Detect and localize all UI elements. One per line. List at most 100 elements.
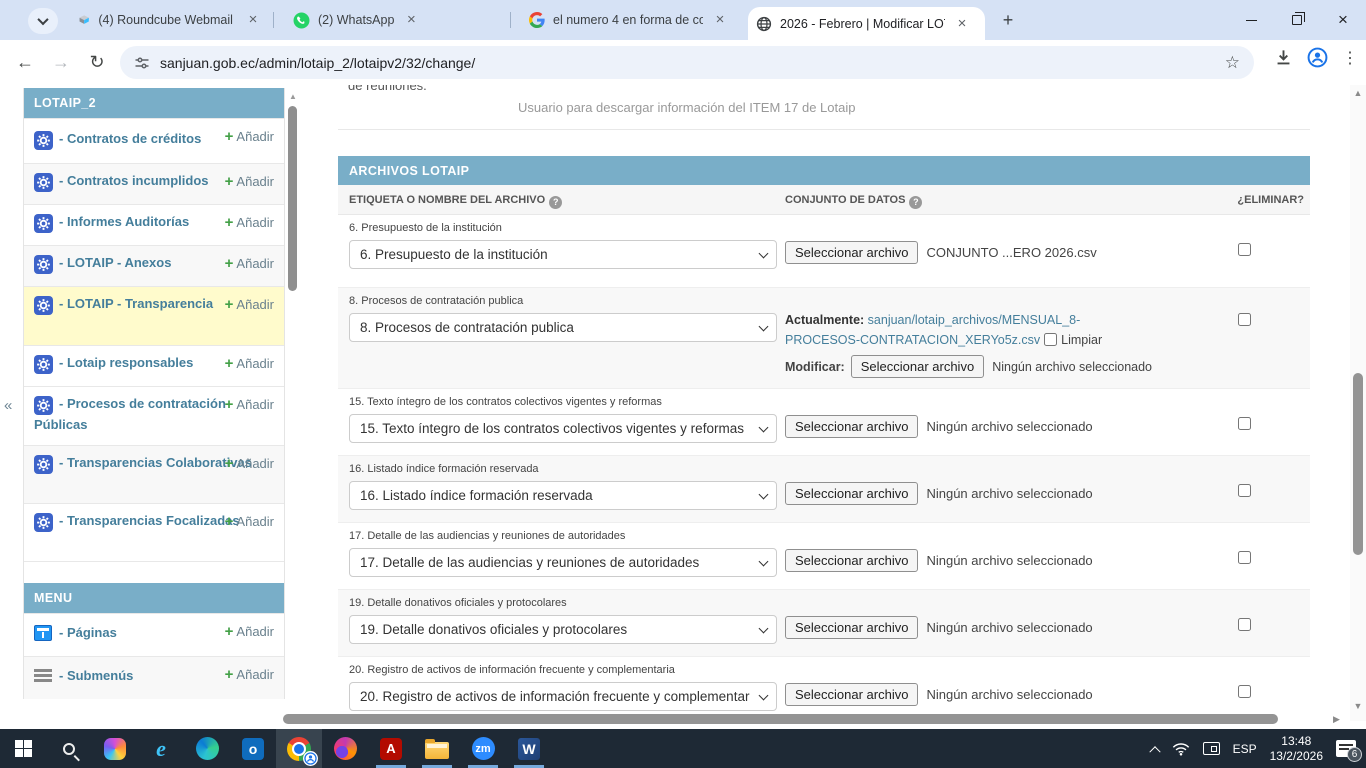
windows-icon bbox=[15, 740, 32, 757]
language-indicator[interactable]: ESP bbox=[1233, 742, 1257, 756]
url-text[interactable]: sanjuan.gob.ec/admin/lotaip_2/lotaipv2/3… bbox=[160, 55, 1215, 71]
select-file-button[interactable]: Seleccionar archivo bbox=[785, 241, 918, 264]
sidebar-item-lotaip-responsables[interactable]: - Lotaip responsables +Añadir bbox=[24, 345, 284, 386]
taskbar-file-explorer[interactable] bbox=[414, 729, 460, 768]
close-tab-icon[interactable]: × bbox=[953, 15, 971, 33]
taskbar-word[interactable]: W bbox=[506, 729, 552, 768]
back-button[interactable]: ← bbox=[10, 47, 40, 77]
sidebar-item-contratos-creditos[interactable]: - Contratos de créditos +Añadir bbox=[24, 118, 284, 163]
tray-display-icon[interactable] bbox=[1203, 742, 1220, 755]
scroll-down-icon[interactable]: ▼ bbox=[1350, 701, 1366, 711]
scroll-up-icon[interactable]: ▲ bbox=[288, 92, 298, 101]
vertical-scrollbar[interactable]: ▲ ▼ bbox=[1350, 85, 1366, 721]
taskbar-outlook[interactable]: o bbox=[230, 729, 276, 768]
tab-google-search[interactable]: el numero 4 en forma de coraz × bbox=[521, 0, 743, 40]
add-link[interactable]: +Añadir bbox=[225, 172, 274, 191]
add-link[interactable]: +Añadir bbox=[225, 622, 274, 641]
taskbar-copilot[interactable] bbox=[92, 729, 138, 768]
item-select[interactable]: 19. Detalle donativos oficiales y protoc… bbox=[349, 615, 777, 644]
delete-checkbox[interactable] bbox=[1238, 551, 1251, 564]
sidebar-item-transparencias-focalizadas[interactable]: - Transparencias Focalizadas +Añadir bbox=[24, 503, 284, 561]
clear-checkbox[interactable] bbox=[1044, 333, 1057, 346]
taskbar-chrome[interactable] bbox=[276, 729, 322, 768]
scroll-right-icon[interactable]: ▶ bbox=[1333, 714, 1340, 725]
new-tab-button[interactable]: + bbox=[995, 8, 1021, 34]
taskbar-search-button[interactable] bbox=[46, 729, 92, 768]
taskbar-edge[interactable] bbox=[184, 729, 230, 768]
delete-checkbox[interactable] bbox=[1238, 618, 1251, 631]
select-file-button[interactable]: Seleccionar archivo bbox=[785, 415, 918, 438]
item-select[interactable]: 6. Presupuesto de la institución bbox=[349, 240, 777, 269]
sidebar-item-procesos-contratacion[interactable]: - Procesos de contratación Públicas +Aña… bbox=[24, 386, 284, 445]
downloads-icon[interactable] bbox=[1274, 48, 1293, 67]
taskbar-firefox[interactable] bbox=[322, 729, 368, 768]
sidebar-scrollbar-thumb[interactable] bbox=[288, 106, 297, 291]
notifications-icon[interactable]: 6 bbox=[1336, 740, 1356, 757]
reload-button[interactable]: ↻ bbox=[82, 47, 112, 77]
sidebar-scrollbar[interactable]: ▲ bbox=[288, 88, 298, 708]
select-file-button[interactable]: Seleccionar archivo bbox=[785, 616, 918, 639]
taskbar-internet-explorer[interactable]: e bbox=[138, 729, 184, 768]
sidebar-item-lotaip-anexos[interactable]: - LOTAIP - Anexos +Añadir bbox=[24, 245, 284, 286]
site-settings-icon[interactable] bbox=[134, 55, 150, 71]
tab-whatsapp[interactable]: (2) WhatsApp × bbox=[285, 0, 503, 40]
add-link[interactable]: +Añadir bbox=[225, 213, 274, 232]
taskbar-acrobat[interactable]: A bbox=[368, 729, 414, 768]
delete-checkbox[interactable] bbox=[1238, 313, 1251, 326]
delete-checkbox[interactable] bbox=[1238, 243, 1251, 256]
add-link[interactable]: +Añadir bbox=[225, 127, 274, 146]
close-tab-icon[interactable]: × bbox=[711, 11, 729, 29]
item-select[interactable]: 20. Registro de activos de información f… bbox=[349, 682, 777, 711]
add-link[interactable]: +Añadir bbox=[225, 354, 274, 373]
clock[interactable]: 13:48 13/2/2026 bbox=[1270, 734, 1323, 764]
add-link[interactable]: +Añadir bbox=[225, 665, 274, 684]
address-bar[interactable]: sanjuan.gob.ec/admin/lotaip_2/lotaipv2/3… bbox=[120, 46, 1254, 79]
sidebar-item-informes-auditorias[interactable]: - Informes Auditorías +Añadir bbox=[24, 204, 284, 245]
sidebar-item-submenus[interactable]: - Submenús +Añadir bbox=[24, 656, 284, 699]
item-select[interactable]: 8. Procesos de contratación publica bbox=[349, 313, 777, 342]
select-file-button[interactable]: Seleccionar archivo bbox=[785, 482, 918, 505]
tab-roundcube[interactable]: (4) Roundcube Webmail :: Entra × bbox=[70, 0, 270, 40]
select-file-button[interactable]: Seleccionar archivo bbox=[851, 355, 984, 378]
tab-title: el numero 4 en forma de coraz bbox=[553, 13, 703, 27]
delete-checkbox[interactable] bbox=[1238, 685, 1251, 698]
close-tab-icon[interactable]: × bbox=[402, 11, 420, 29]
close-window-button[interactable]: × bbox=[1320, 0, 1366, 40]
horizontal-scrollbar[interactable]: ▶ bbox=[283, 713, 1366, 725]
profile-icon[interactable] bbox=[1307, 47, 1328, 68]
sidebar-item-paginas[interactable]: - Páginas +Añadir bbox=[24, 613, 284, 656]
taskbar-zoom[interactable]: zm bbox=[460, 729, 506, 768]
close-tab-icon[interactable]: × bbox=[244, 11, 262, 29]
horizontal-scrollbar-thumb[interactable] bbox=[283, 714, 1278, 724]
vertical-scrollbar-thumb[interactable] bbox=[1353, 373, 1363, 555]
help-icon[interactable]: ? bbox=[549, 196, 562, 209]
add-link[interactable]: +Añadir bbox=[225, 395, 274, 414]
tab-active-lotaip[interactable]: 2026 - Febrero | Modificar LOTA × bbox=[748, 7, 985, 40]
wifi-icon[interactable] bbox=[1172, 742, 1190, 756]
forward-button[interactable]: → bbox=[46, 47, 76, 77]
minimize-button[interactable] bbox=[1228, 0, 1274, 40]
sidebar-item-contratos-incumplidos[interactable]: - Contratos incumplidos +Añadir bbox=[24, 163, 284, 204]
add-link[interactable]: +Añadir bbox=[225, 295, 274, 314]
tab-search-button[interactable] bbox=[28, 8, 58, 34]
add-link[interactable]: +Añadir bbox=[225, 254, 274, 273]
delete-checkbox[interactable] bbox=[1238, 484, 1251, 497]
delete-checkbox[interactable] bbox=[1238, 417, 1251, 430]
item-select[interactable]: 15. Texto íntegro de los contratos colec… bbox=[349, 414, 777, 443]
tray-chevron-icon[interactable] bbox=[1151, 745, 1159, 753]
select-file-button[interactable]: Seleccionar archivo bbox=[785, 683, 918, 706]
sidebar-item-transparencias-colaborativas[interactable]: - Transparencias Colaborativas +Añadir bbox=[24, 445, 284, 503]
help-icon[interactable]: ? bbox=[909, 196, 922, 209]
start-button[interactable] bbox=[0, 729, 46, 768]
restore-button[interactable] bbox=[1274, 0, 1320, 40]
add-link[interactable]: +Añadir bbox=[225, 512, 274, 531]
item-select[interactable]: 17. Detalle de las audiencias y reunione… bbox=[349, 548, 777, 577]
select-file-button[interactable]: Seleccionar archivo bbox=[785, 549, 918, 572]
sidebar-item-lotaip-transparencia[interactable]: - LOTAIP - Transparencia +Añadir bbox=[24, 286, 284, 345]
item-select[interactable]: 16. Listado índice formación reservada bbox=[349, 481, 777, 510]
bookmark-star-icon[interactable]: ☆ bbox=[1225, 53, 1240, 73]
scroll-up-icon[interactable]: ▲ bbox=[1350, 88, 1366, 98]
menu-kebab-icon[interactable]: ⋮ bbox=[1342, 48, 1358, 68]
sidebar-collapse-icon[interactable]: « bbox=[4, 397, 12, 414]
add-link[interactable]: +Añadir bbox=[225, 454, 274, 473]
